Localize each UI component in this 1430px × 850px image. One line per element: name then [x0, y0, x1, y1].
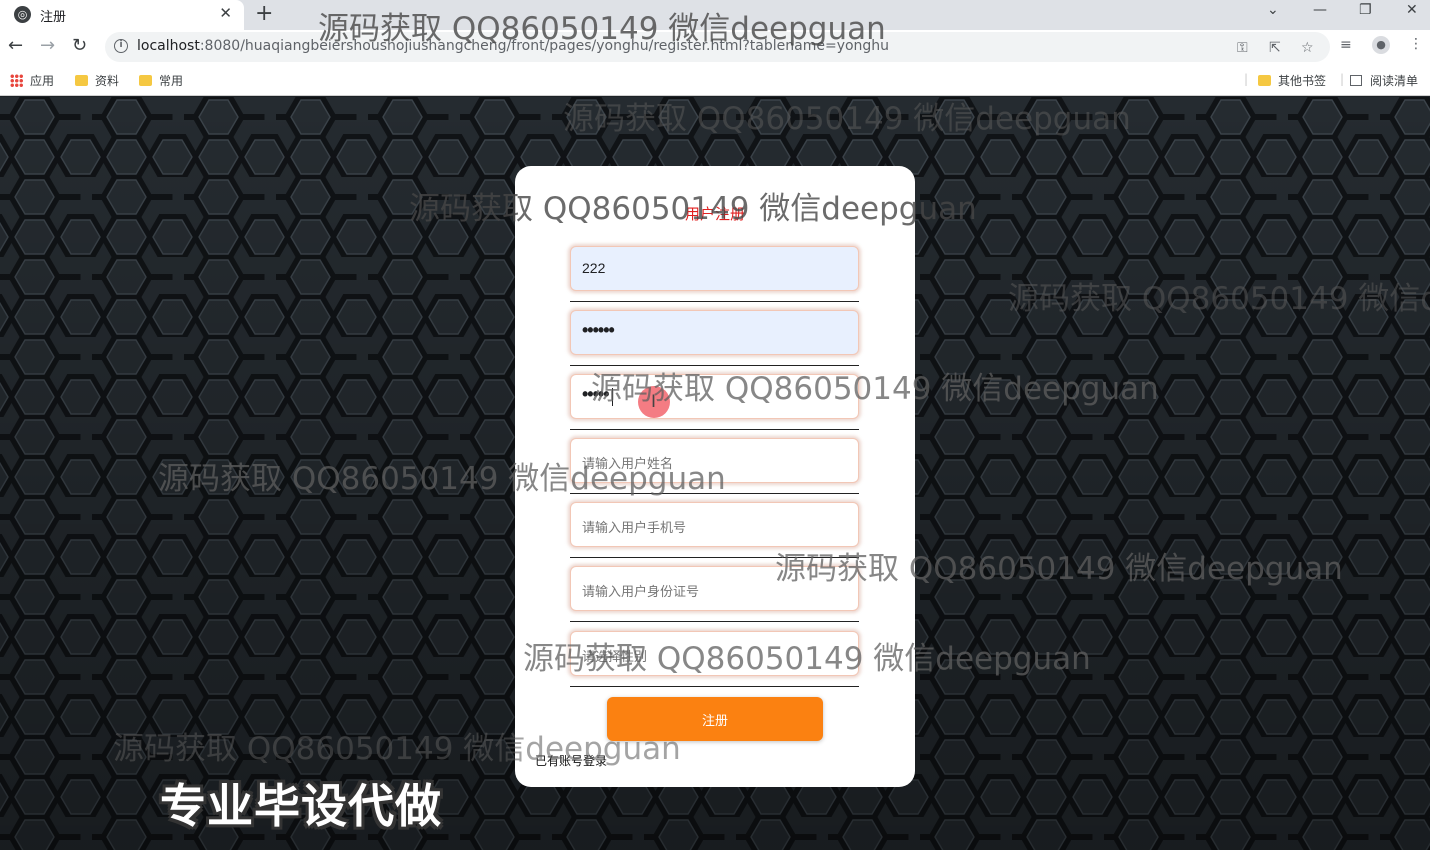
field-divider [570, 429, 859, 430]
page-title: 用户注册 [684, 205, 745, 223]
globe-icon: ◎ [14, 6, 31, 23]
browser-tab[interactable]: ◎ 注册 ✕ [0, 0, 244, 30]
folder-icon [1258, 75, 1271, 86]
phone-placeholder: 请输入用户手机号 [582, 520, 687, 535]
username-input[interactable]: 222 [570, 246, 859, 291]
confirm-password-value: ••••• [582, 384, 609, 404]
minimize-icon[interactable]: — [1313, 2, 1327, 18]
register-button[interactable]: 注册 [607, 697, 823, 741]
new-tab-button[interactable]: + [255, 1, 273, 26]
site-info-icon[interactable]: i [114, 39, 128, 53]
confirm-password-input[interactable]: ••••• [570, 374, 859, 419]
text-caret [612, 388, 613, 406]
reading-list-icon [1350, 75, 1362, 86]
name-placeholder: 请输入用户姓名 [582, 456, 674, 471]
phone-input[interactable]: 请输入用户手机号 [570, 502, 859, 547]
username-value: 222 [582, 260, 606, 276]
forward-icon[interactable]: → [40, 35, 55, 56]
field-divider [570, 301, 859, 302]
reading-list[interactable]: 阅读清单 [1350, 72, 1418, 89]
address-bar[interactable]: i localhost:8080/huaqiangbeiershoushojiu… [105, 32, 1330, 62]
field-divider [570, 686, 859, 687]
promo-banner: 专业毕设代做 [160, 779, 442, 833]
idcard-placeholder: 请输入用户身份证号 [582, 584, 700, 599]
password-input[interactable]: •••••• [570, 310, 859, 355]
bookmarks-bar: 应用 资料 常用 | 其他书签 | 阅读清单 [0, 64, 1430, 96]
register-card: 用户注册 222 •••••• ••••• 请输入用户姓名 请输入用户手机号 请… [515, 166, 915, 787]
field-divider [570, 557, 859, 558]
apps-icon [10, 74, 23, 87]
close-window-icon[interactable]: ✕ [1406, 2, 1418, 18]
close-tab-icon[interactable]: ✕ [219, 4, 232, 22]
star-icon[interactable]: ☆ [1301, 40, 1314, 56]
field-divider [570, 365, 859, 366]
key-icon[interactable]: ⚿ [1237, 40, 1248, 56]
name-input[interactable]: 请输入用户姓名 [570, 438, 859, 483]
folder-icon [75, 75, 88, 86]
field-divider [570, 493, 859, 494]
idcard-input[interactable]: 请输入用户身份证号 [570, 566, 859, 611]
bookmarks-divider: | [1340, 72, 1345, 86]
bookmarks-divider: | [1244, 72, 1249, 86]
folder-icon [139, 75, 152, 86]
browser-toolbar: ← → ↻ i localhost:8080/huaqiangbeiershou… [0, 30, 1430, 64]
tab-title: 注册 [40, 10, 67, 25]
bookmark-folder-ziliao[interactable]: 资料 [75, 72, 119, 89]
text-cursor-icon: I [651, 392, 657, 412]
bookmark-other[interactable]: 其他书签 [1258, 72, 1326, 89]
gender-placeholder: 请选择性别 [582, 649, 648, 664]
media-icon[interactable]: ≡ [1340, 37, 1352, 53]
back-icon[interactable]: ← [8, 35, 23, 56]
bookmark-folder-changyong[interactable]: 常用 [139, 72, 183, 89]
url-text[interactable]: localhost:8080/huaqiangbeiershoushojiush… [137, 38, 889, 54]
reload-icon[interactable]: ↻ [72, 35, 87, 56]
field-divider [570, 621, 859, 622]
menu-icon[interactable]: ⋮ [1409, 36, 1423, 52]
profile-icon[interactable]: ● [1372, 36, 1390, 54]
restore-icon[interactable]: ❐ [1359, 2, 1372, 18]
share-icon[interactable]: ⇱ [1269, 40, 1281, 56]
login-link[interactable]: 已有账号登录 [535, 752, 607, 769]
tab-strip: ◎ 注册 ✕ + ⌄ — ❐ ✕ [0, 0, 1430, 30]
gender-select[interactable]: 请选择性别 [570, 631, 859, 676]
password-value: •••••• [582, 320, 615, 340]
tab-search-icon[interactable]: ⌄ [1267, 2, 1279, 18]
bookmark-apps[interactable]: 应用 [10, 72, 54, 89]
